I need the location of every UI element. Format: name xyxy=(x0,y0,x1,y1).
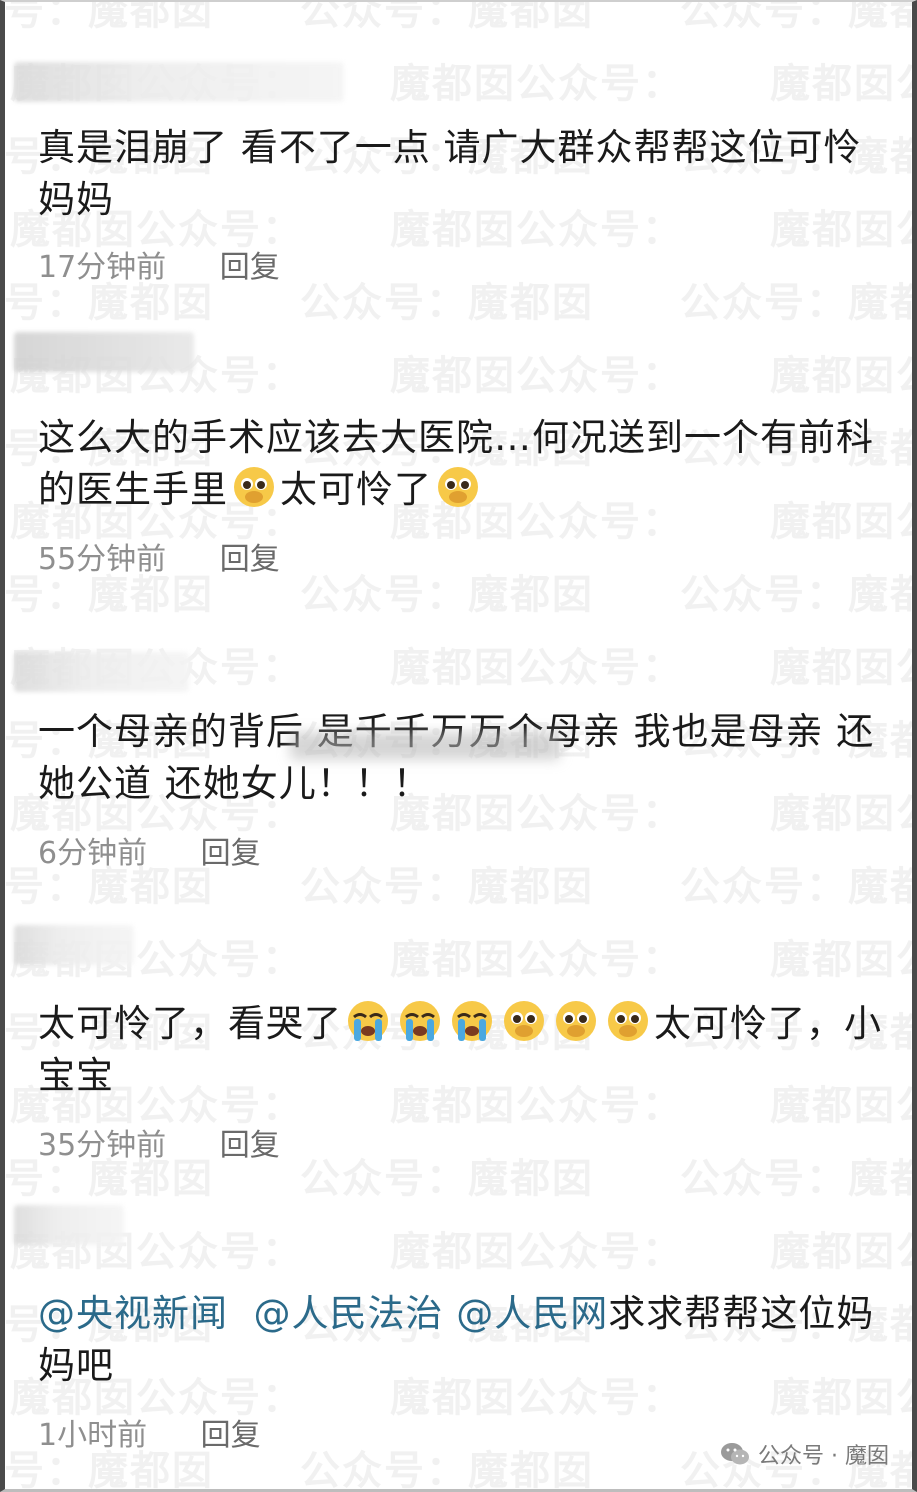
reply-button[interactable]: 回复 xyxy=(201,836,261,871)
blurred-username xyxy=(14,62,344,102)
pleading-face-icon xyxy=(438,467,478,507)
crying-face-icon xyxy=(348,1001,388,1041)
comment-time: 55分钟前 xyxy=(38,542,167,577)
blurred-redaction xyxy=(290,732,560,760)
comment-text: 太可怜了，看哭了 太可怜了，小宝宝 xyxy=(38,998,898,1102)
comment-meta: 1小时前 回复 xyxy=(38,1410,261,1454)
reply-button[interactable]: 回复 xyxy=(220,542,280,577)
wechat-icon xyxy=(721,1443,750,1465)
comment-list: 真是泪崩了 看不了一点 请广大群众帮帮这位可怜妈妈 17分钟前 回复 这么大的手… xyxy=(0,0,917,1492)
mention-link[interactable]: @人民法治 xyxy=(254,1292,444,1335)
comment-text-part: 太可怜了，看哭了 xyxy=(38,1002,342,1045)
pleading-face-icon xyxy=(234,467,274,507)
reply-button[interactable]: 回复 xyxy=(220,250,280,285)
reply-button[interactable]: 回复 xyxy=(201,1418,261,1453)
comment-text: 这么大的手术应该去大医院…何况送到一个有前科的医生手里 太可怜了 xyxy=(38,412,898,516)
mention-link[interactable]: @央视新闻 xyxy=(38,1292,228,1335)
comment-time: 17分钟前 xyxy=(38,250,167,285)
blurred-username xyxy=(14,652,189,692)
pleading-face-icon xyxy=(504,1001,544,1041)
comment-text-part: 太可怜了 xyxy=(280,468,432,511)
source-watermark: 公众号 · 魔囡 xyxy=(720,1438,889,1470)
comment-time: 35分钟前 xyxy=(38,1128,167,1163)
mention-link[interactable]: @人民网 xyxy=(456,1292,608,1335)
pleading-face-icon xyxy=(556,1001,596,1041)
comment-meta: 35分钟前 回复 xyxy=(38,1120,280,1164)
blurred-username xyxy=(14,1205,124,1245)
pleading-face-icon xyxy=(608,1001,648,1041)
crying-face-icon xyxy=(452,1001,492,1041)
comment-meta: 55分钟前 回复 xyxy=(38,534,280,578)
comment-meta: 17分钟前 回复 xyxy=(38,242,280,286)
blurred-username xyxy=(14,925,134,965)
comment-text: @央视新闻 @人民法治 @人民网求求帮帮这位妈妈吧 xyxy=(38,1288,898,1392)
comment-time: 6分钟前 xyxy=(38,836,148,871)
blurred-username xyxy=(14,332,194,372)
comment-text: 真是泪崩了 看不了一点 请广大群众帮帮这位可怜妈妈 xyxy=(38,126,862,221)
comment-meta: 6分钟前 回复 xyxy=(38,828,261,872)
source-label: 公众号 · 魔囡 xyxy=(758,1444,889,1469)
crying-face-icon xyxy=(400,1001,440,1041)
comment-time: 1小时前 xyxy=(38,1418,148,1453)
reply-button[interactable]: 回复 xyxy=(220,1128,280,1163)
